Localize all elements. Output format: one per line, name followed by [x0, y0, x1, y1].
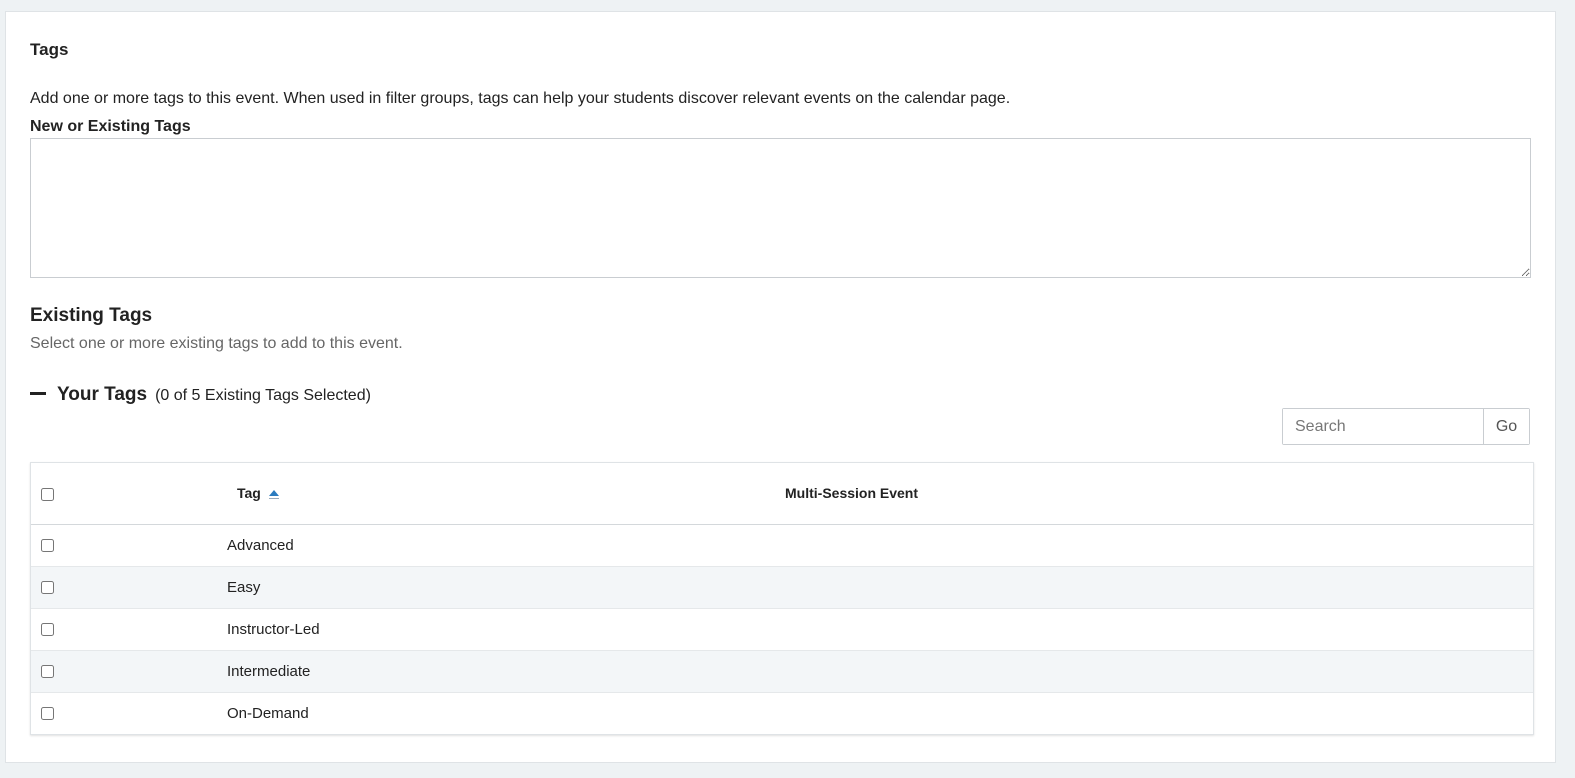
existing-tags-title: Existing Tags — [30, 305, 153, 326]
tag-cell: Instructor-Led — [227, 620, 320, 638]
select-all-checkbox[interactable] — [41, 488, 54, 502]
search-input[interactable] — [1283, 409, 1484, 444]
tag-cell: Easy — [227, 578, 261, 596]
section-description: Add one or more tags to this event. When… — [30, 90, 1011, 107]
tag-cell: Advanced — [227, 536, 294, 554]
table-row: Instructor-Led — [31, 608, 1533, 650]
tag-cell: Intermediate — [227, 662, 311, 680]
multi-session-cell — [785, 692, 1533, 734]
section-title: Tags — [30, 40, 69, 59]
table-row: Intermediate — [31, 650, 1533, 692]
row-select-cell — [31, 692, 227, 734]
multi-session-cell — [785, 566, 1533, 608]
sort-ascending-icon[interactable] — [268, 490, 279, 500]
select-all-cell — [31, 463, 227, 524]
row-select-cell — [31, 524, 227, 566]
row-checkbox[interactable] — [41, 707, 54, 721]
row-checkbox[interactable] — [41, 623, 54, 637]
multi-session-column-header: Multi-Session Event — [785, 485, 919, 502]
row-select-cell — [31, 608, 227, 650]
tags-panel: Tags Add one or more tags to this event.… — [5, 11, 1556, 763]
your-tags-title[interactable]: Your Tags — [57, 384, 147, 406]
go-button[interactable]: Go — [1484, 409, 1529, 444]
tags-field-label: New or Existing Tags — [30, 118, 191, 135]
row-checkbox[interactable] — [41, 539, 54, 553]
tag-column-label[interactable]: Tag — [227, 485, 261, 501]
table-row: Easy — [31, 566, 1533, 608]
table-row: Advanced — [31, 524, 1533, 566]
search-group: Go — [1282, 408, 1530, 445]
your-tags-toggle[interactable]: Your Tags (0 of 5 Existing Tags Selected… — [30, 384, 371, 406]
row-select-cell — [31, 566, 227, 608]
table-row: On-Demand — [31, 692, 1533, 734]
tags-table: Tag Multi-Session Event Advanced Easy Inst… — [30, 462, 1534, 735]
row-select-cell — [31, 650, 227, 692]
multi-session-cell — [785, 524, 1533, 566]
tag-cell: On-Demand — [227, 704, 309, 722]
multi-session-cell — [785, 650, 1533, 692]
row-checkbox[interactable] — [41, 581, 54, 595]
tags-textarea[interactable] — [30, 138, 1531, 278]
collapse-icon[interactable] — [30, 392, 46, 395]
your-tags-count: (0 of 5 Existing Tags Selected) — [155, 387, 371, 404]
tag-column-header[interactable]: Tag — [227, 463, 785, 524]
row-checkbox[interactable] — [41, 665, 54, 679]
multi-session-cell — [785, 608, 1533, 650]
existing-tags-subtitle: Select one or more existing tags to add … — [30, 335, 403, 352]
table-header-row: Tag Multi-Session Event — [31, 463, 1533, 524]
